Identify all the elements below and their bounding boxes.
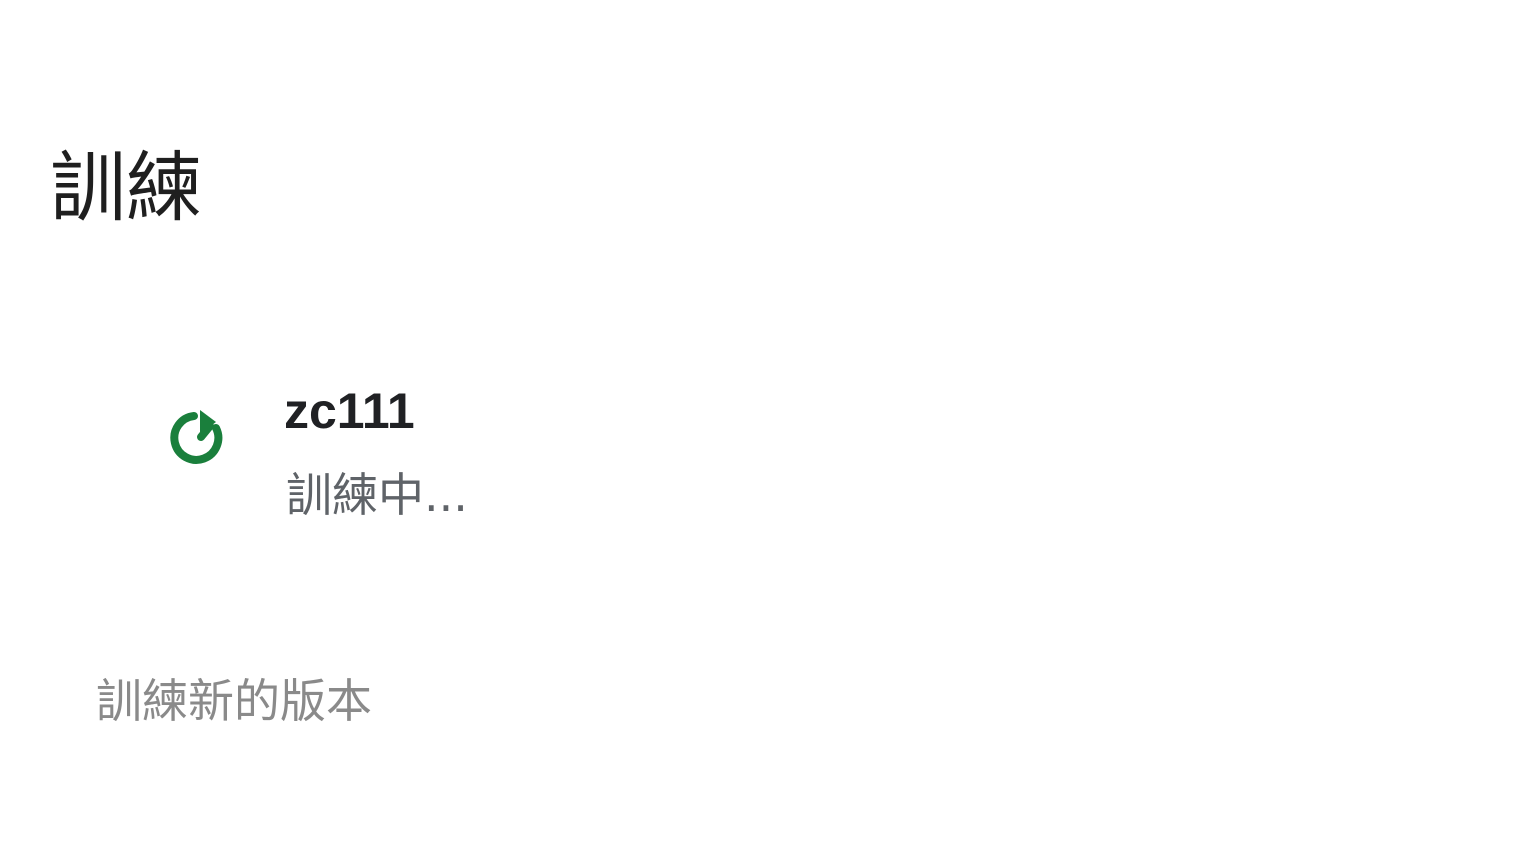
training-page: 訓練 zc111 訓練中... 訓練新的版本	[0, 0, 1536, 864]
refresh-icon	[170, 404, 228, 468]
page-title: 訓練	[50, 143, 202, 232]
training-version-item[interactable]: zc111 訓練中...	[168, 380, 588, 540]
train-new-version-button[interactable]: 訓練新的版本	[92, 664, 376, 738]
model-version-name: zc111	[284, 383, 415, 439]
training-status-text: 訓練中...	[286, 468, 468, 522]
